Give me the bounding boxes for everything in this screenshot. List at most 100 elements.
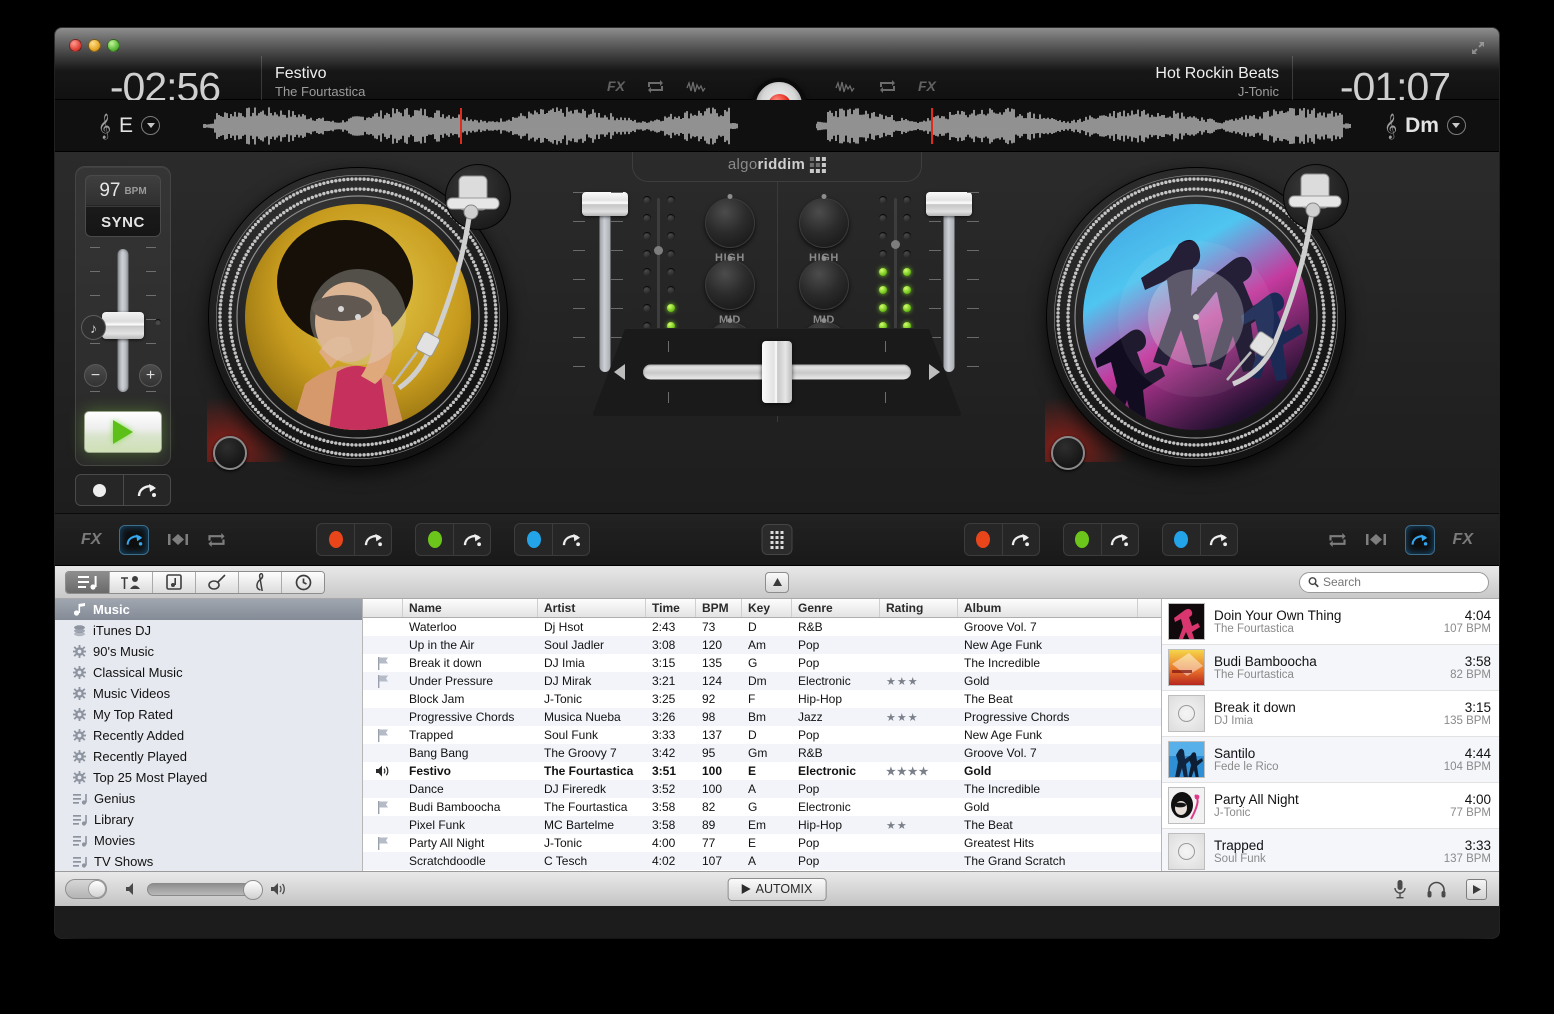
sidebar-item-genius[interactable]: Genius — [55, 788, 362, 809]
mixer-right-mid-knob[interactable] — [799, 260, 849, 310]
grid-view-button[interactable] — [761, 524, 793, 555]
left-bounce-button[interactable] — [119, 524, 150, 555]
queue-panel[interactable]: Doin Your Own Thing The Fourtastica 4:04… — [1161, 599, 1499, 871]
mixer-left-mid-knob[interactable] — [705, 260, 755, 310]
deck-left-waveform-icon[interactable] — [686, 80, 708, 93]
playlists-tab[interactable] — [66, 571, 109, 593]
right-cue-3-jump-button[interactable] — [1199, 524, 1237, 555]
column-header-bpm[interactable]: BPM — [696, 599, 742, 617]
left-fx-button[interactable]: FX — [81, 531, 101, 549]
row-rating[interactable]: ★★ — [880, 818, 958, 832]
queue-item[interactable]: Trapped Soul Funk 3:33 137 BPM — [1162, 829, 1499, 871]
deck-right-waveform[interactable] — [816, 104, 1351, 148]
deck-left-pitch-plus-button[interactable]: + — [139, 364, 162, 387]
sidebar-item-top-25-most-played[interactable]: Top 25 Most Played — [55, 767, 362, 788]
headphones-icon[interactable] — [1427, 881, 1446, 898]
queue-item[interactable]: Party All Night J-Tonic 4:00 77 BPM — [1162, 783, 1499, 829]
table-row[interactable]: Budi Bamboocha The Fourtastica 3:58 82 G… — [363, 798, 1161, 816]
table-row[interactable]: Break it down DJ Imia 3:15 135 G Pop The… — [363, 654, 1161, 672]
right-cue-1-jump-button[interactable] — [1001, 524, 1039, 555]
column-header-album[interactable]: Album — [958, 599, 1138, 617]
sidebar-item-tv-shows[interactable]: TV Shows — [55, 851, 362, 871]
crossfader-right-arrow-icon[interactable] — [929, 364, 940, 380]
right-bounce-button[interactable] — [1404, 524, 1435, 555]
zoom-button[interactable] — [107, 39, 120, 52]
sidebar-item-itunes-dj[interactable]: iTunes DJ — [55, 620, 362, 641]
sidebar-item-music[interactable]: Music — [55, 599, 362, 620]
output-button[interactable] — [1466, 878, 1487, 900]
mixer-right-volume-fader[interactable] — [926, 192, 972, 376]
deck-left-key-control[interactable]: 𝄞 E — [55, 114, 203, 138]
deck-left-loop-icon[interactable] — [647, 79, 664, 93]
table-row[interactable]: Party All Night J-Tonic 4:00 77 E Pop Gr… — [363, 834, 1161, 852]
row-rating[interactable]: ★★★★ — [880, 764, 958, 778]
collapse-library-button[interactable] — [765, 571, 789, 593]
minimize-button[interactable] — [88, 39, 101, 52]
deck-right-fx-label[interactable]: FX — [918, 78, 936, 94]
right-skip-button[interactable] — [1365, 533, 1387, 546]
albums-tab[interactable] — [152, 571, 195, 593]
queue-item[interactable]: Doin Your Own Thing The Fourtastica 4:04… — [1162, 599, 1499, 645]
left-cue-2-jump-button[interactable] — [453, 524, 490, 555]
mixer-right-fader-cap[interactable] — [926, 192, 972, 216]
column-header-key[interactable]: Key — [742, 599, 792, 617]
sidebar-item-library[interactable]: Library — [55, 809, 362, 830]
deck-right-cue-knob[interactable] — [1051, 436, 1085, 470]
left-cue-3-set-button[interactable] — [515, 524, 552, 555]
left-cue-1-jump-button[interactable] — [354, 524, 391, 555]
table-row[interactable]: Bang Bang The Groovy 7 3:42 95 Gm R&B Gr… — [363, 744, 1161, 762]
deck-left-pitch-fader[interactable] — [102, 312, 144, 339]
queue-item[interactable]: Budi Bamboocha The Fourtastica 3:58 82 B… — [1162, 645, 1499, 691]
sidebar-item-recently-added[interactable]: Recently Added — [55, 725, 362, 746]
deck-left-turntable[interactable] — [203, 162, 513, 472]
right-cue-2-set-button[interactable] — [1064, 524, 1101, 555]
deck-left-tonearm[interactable] — [203, 162, 513, 472]
crossfader-handle[interactable] — [762, 341, 792, 403]
expand-icon[interactable] — [1470, 40, 1486, 56]
close-button[interactable] — [69, 39, 82, 52]
row-rating[interactable]: ★★★ — [880, 674, 958, 688]
automix-button[interactable]: AUTOMIX — [727, 877, 827, 901]
sidebar-item-movies[interactable]: Movies — [55, 830, 362, 851]
left-cue-3-jump-button[interactable] — [552, 524, 589, 555]
master-volume-slider[interactable] — [147, 879, 263, 900]
mixer-right-high-knob[interactable] — [799, 198, 849, 248]
sidebar-item-music-videos[interactable]: Music Videos — [55, 683, 362, 704]
history-tab[interactable] — [281, 571, 324, 593]
genres-tab[interactable] — [195, 571, 238, 593]
queue-item[interactable]: Santilo Fede le Rico 4:44 104 BPM — [1162, 737, 1499, 783]
table-row[interactable]: Under Pressure DJ Mirak 3:21 124 Dm Elec… — [363, 672, 1161, 690]
deck-left-bpm-box[interactable]: 97 BPM SYNC — [85, 175, 161, 237]
right-loop-button[interactable] — [1328, 532, 1347, 547]
deck-left-sync-button[interactable]: SYNC — [86, 206, 160, 237]
deck-right-waveform-icon[interactable] — [835, 80, 857, 93]
sidebar-item-classical-music[interactable]: Classical Music — [55, 662, 362, 683]
deck-left-keylock-icon[interactable]: ♪ — [81, 315, 106, 340]
search-input[interactable] — [1322, 575, 1480, 589]
left-skip-button[interactable] — [167, 533, 189, 546]
table-row[interactable]: Waterloo Dj Hsot 2:43 73 D R&B Groove Vo… — [363, 618, 1161, 636]
left-loop-button[interactable] — [207, 532, 226, 547]
table-row[interactable]: Up in the Air Soul Jadler 3:08 120 Am Po… — [363, 636, 1161, 654]
right-cue-1-set-button[interactable] — [965, 524, 1002, 555]
table-row[interactable]: Trapped Soul Funk 3:33 137 D Pop New Age… — [363, 726, 1161, 744]
deck-right-turntable[interactable] — [1041, 162, 1351, 472]
deck-right-tonearm[interactable] — [1041, 162, 1351, 472]
column-header-artist[interactable]: Artist — [538, 599, 646, 617]
deck-left-fx-label[interactable]: FX — [607, 78, 625, 94]
artists-tab[interactable] — [109, 571, 152, 593]
deck-right-loop-icon[interactable] — [879, 79, 896, 93]
table-row[interactable]: Pixel Funk MC Bartelme 3:58 89 Em Hip-Ho… — [363, 816, 1161, 834]
left-cue-1-set-button[interactable] — [317, 524, 354, 555]
right-fx-button[interactable]: FX — [1453, 531, 1473, 549]
sidebar-item-recently-played[interactable]: Recently Played — [55, 746, 362, 767]
sidebar-item-my-top-rated[interactable]: My Top Rated — [55, 704, 362, 725]
search-field[interactable] — [1299, 571, 1489, 593]
table-row[interactable]: Scratchdoodle C Tesch 4:02 107 A Pop The… — [363, 852, 1161, 870]
table-row[interactable]: Block Jam J-Tonic 3:25 92 F Hip-Hop The … — [363, 690, 1161, 708]
deck-left-cue-record-button[interactable] — [76, 475, 123, 505]
right-cue-2-jump-button[interactable] — [1100, 524, 1138, 555]
row-rating[interactable]: ★★★ — [880, 710, 958, 724]
deck-left-key-chevron-down-icon[interactable] — [141, 116, 161, 135]
queue-item[interactable]: Break it down DJ Imia 3:15 135 BPM — [1162, 691, 1499, 737]
